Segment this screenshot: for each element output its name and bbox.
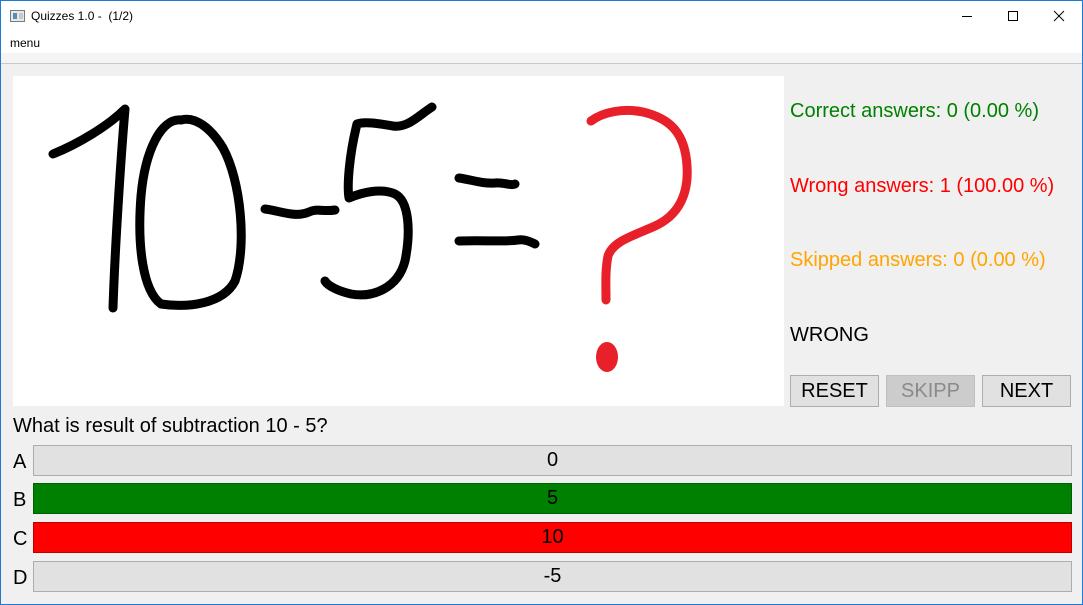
minimize-icon xyxy=(962,16,972,17)
next-button[interactable]: NEXT xyxy=(982,375,1071,407)
app-window-icon xyxy=(10,10,25,22)
correct-answers-stat: Correct answers: 0 (0.00 %) xyxy=(790,100,1039,122)
skip-button[interactable]: SKIPP xyxy=(886,375,975,407)
toolbar-separator xyxy=(1,53,1082,64)
option-b-label: B xyxy=(13,489,27,511)
option-a-label: A xyxy=(13,451,27,473)
minimize-button[interactable] xyxy=(944,1,990,31)
maximize-icon xyxy=(1008,11,1018,21)
maximize-button[interactable] xyxy=(990,1,1036,31)
app-window: Quizzes 1.0 - (1/2) menu Correct answers… xyxy=(0,0,1083,605)
option-a-button[interactable]: 0 xyxy=(33,445,1072,476)
menu-item-menu[interactable]: menu xyxy=(10,36,40,50)
handwritten-expression-drawing xyxy=(48,102,692,372)
answer-status: WRONG xyxy=(790,324,869,346)
option-b-button[interactable]: 5 xyxy=(33,483,1072,514)
window-title: Quizzes 1.0 - (1/2) xyxy=(31,9,134,23)
question-mark-strokes xyxy=(586,105,692,372)
reset-button[interactable]: RESET xyxy=(790,375,879,407)
wrong-answers-stat: Wrong answers: 1 (100.00 %) xyxy=(790,175,1055,197)
skipped-answers-stat: Skipped answers: 0 (0.00 %) xyxy=(790,249,1046,271)
option-d-button[interactable]: -5 xyxy=(33,561,1072,592)
close-icon xyxy=(1053,10,1065,22)
question-text: What is result of subtraction 10 - 5? xyxy=(13,415,328,437)
title-bar[interactable]: Quizzes 1.0 - (1/2) xyxy=(1,1,1082,31)
menu-bar: menu xyxy=(1,31,1082,53)
option-c-button[interactable]: 10 xyxy=(33,522,1072,553)
option-c-label: C xyxy=(13,528,28,550)
expression-strokes xyxy=(48,102,540,313)
close-button[interactable] xyxy=(1036,1,1082,31)
option-d-label: D xyxy=(13,567,28,589)
question-image xyxy=(13,76,784,406)
